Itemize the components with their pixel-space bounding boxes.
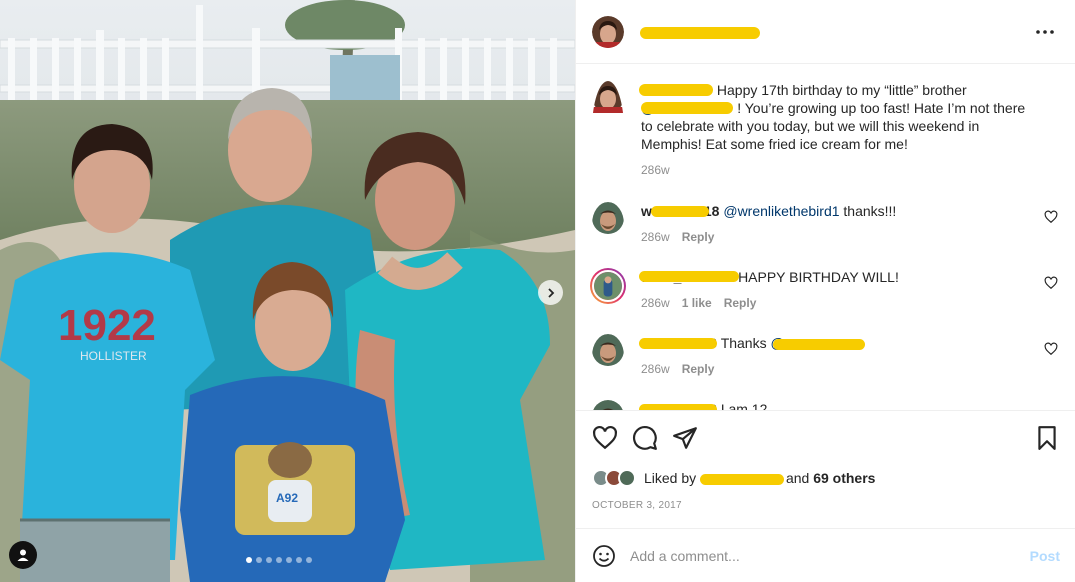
post-header (576, 0, 1075, 64)
redaction-mark (640, 26, 760, 39)
chevron-right-icon (547, 287, 554, 298)
comment-item: w 18 @wrenlikethebird1 thanks!!! 286w Rep… (592, 202, 1060, 246)
commenter-avatar[interactable] (592, 334, 624, 378)
author-avatar[interactable] (592, 81, 624, 179)
caption: Happy 17th birthday to my “little” broth… (592, 81, 1060, 179)
redaction-mark (641, 102, 733, 114)
comment-item: 8 Thanks @ 286w Reply (592, 334, 1060, 378)
post-comment-button[interactable]: Post (1030, 548, 1060, 564)
carousel-dot (276, 557, 282, 563)
comment-body: w 18 @wrenlikethebird1 thanks!!! 286w Rep… (641, 202, 1060, 246)
caption-time[interactable]: 286w (641, 161, 670, 179)
comment-like-heart-icon[interactable] (1044, 276, 1058, 290)
author-avatar[interactable] (592, 15, 624, 48)
redaction-mark (639, 271, 739, 282)
post-actions: Liked by and 69 others OCTOBER 3, 2017 (576, 410, 1075, 528)
redaction-mark (639, 84, 713, 96)
smiley-icon[interactable] (592, 544, 616, 568)
redaction-mark (700, 474, 784, 485)
likes-and: and (785, 470, 810, 486)
svg-text:A92: A92 (276, 491, 298, 505)
comment-like-heart-icon[interactable] (1044, 342, 1058, 356)
carousel-dot (306, 557, 312, 563)
likes-others-link[interactable]: 69 others (813, 470, 875, 486)
comment-meta: 286w 1 like Reply (641, 294, 1030, 312)
comment-body: 8 I am 12 (639, 400, 1060, 410)
post-side-panel: Happy 17th birthday to my “little” broth… (575, 0, 1075, 582)
liker-avatar (618, 469, 636, 487)
comment-bubble-icon[interactable] (632, 425, 658, 451)
comment-body: wren_elizab1 HAPPY BIRTHDAY WILL! 286w 1… (639, 268, 1060, 312)
post-media[interactable]: 1922 HOLLISTER A92 (0, 0, 575, 582)
ellipsis-icon (1036, 30, 1054, 34)
comment-meta: 286w Reply (641, 228, 1030, 246)
carousel-dot (296, 557, 302, 563)
comment-time[interactable]: 286w (641, 294, 670, 312)
family-photo: 1922 HOLLISTER A92 (0, 0, 575, 582)
redaction-mark (651, 206, 709, 217)
comment-text: I am 12 (720, 401, 768, 410)
more-options-button[interactable] (1033, 22, 1057, 42)
svg-text:HOLLISTER: HOLLISTER (80, 349, 147, 363)
carousel-dot (246, 557, 252, 563)
commenter-avatar[interactable] (590, 268, 626, 304)
heart-icon[interactable] (592, 425, 618, 451)
action-icons (592, 425, 1060, 453)
author-username[interactable] (636, 23, 776, 41)
commenter-avatar[interactable] (592, 400, 624, 410)
comment-time[interactable]: 286w (641, 228, 670, 246)
caption-meta: 286w (641, 161, 1030, 179)
comment-body: 8 Thanks @ 286w Reply (639, 334, 1060, 378)
redaction-mark (639, 338, 717, 349)
next-photo-button[interactable] (538, 280, 563, 305)
carousel-dots (246, 557, 312, 563)
commenter-avatar[interactable] (592, 202, 624, 246)
comment-text: thanks!!! (843, 203, 897, 219)
comment-meta: 286w Reply (641, 360, 1030, 378)
carousel-dot (266, 557, 272, 563)
comment-input[interactable] (630, 547, 1030, 564)
carousel-dot (286, 557, 292, 563)
redaction-mark (773, 339, 865, 350)
likes-summary: Liked by and 69 others (592, 467, 875, 489)
svg-text:1922: 1922 (58, 301, 156, 350)
caption-body: Happy 17th birthday to my “little” broth… (639, 81, 1060, 179)
reply-button[interactable]: Reply (724, 294, 757, 312)
comment-item: wren_elizab1 HAPPY BIRTHDAY WILL! 286w 1… (590, 268, 1060, 312)
user-tag-button[interactable] (9, 541, 37, 569)
comment-text: HAPPY BIRTHDAY WILL! (738, 269, 899, 285)
user-tag-icon (17, 549, 29, 561)
paper-plane-icon[interactable] (672, 425, 698, 451)
comment-item: 8 I am 12 (592, 400, 1060, 410)
comment-like-count[interactable]: 1 like (682, 294, 712, 312)
likes-prefix: Liked by (644, 470, 697, 486)
comments-list[interactable]: Happy 17th birthday to my “little” broth… (576, 65, 1075, 410)
likes-text: Liked by and 69 others (644, 470, 875, 486)
caption-text-prefix: Happy 17th birthday to my “little” broth… (716, 82, 967, 98)
add-comment-bar: Post (576, 528, 1075, 582)
post-date[interactable]: OCTOBER 3, 2017 (592, 500, 682, 511)
comment-like-heart-icon[interactable] (1044, 210, 1058, 224)
comment-time[interactable]: 286w (641, 360, 670, 378)
reply-button[interactable]: Reply (682, 360, 715, 378)
reply-button[interactable]: Reply (682, 228, 715, 246)
bookmark-icon[interactable] (1034, 425, 1060, 451)
carousel-dot (256, 557, 262, 563)
comment-mention[interactable]: @wrenlikethebird1 (723, 203, 839, 219)
comment-text: Thanks (720, 335, 767, 351)
